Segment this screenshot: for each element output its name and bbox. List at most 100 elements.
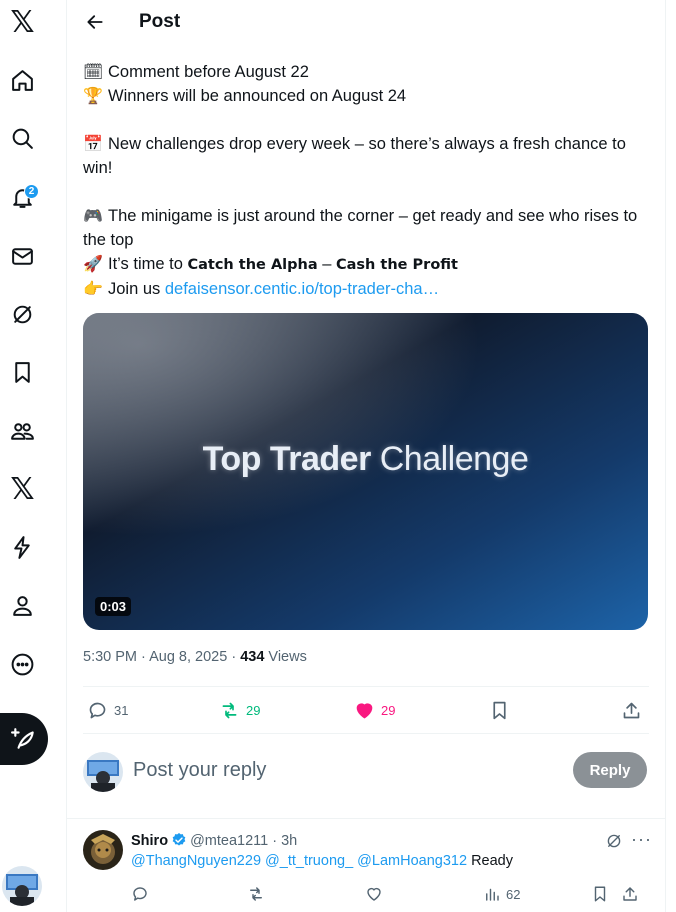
post-line: The minigame is just around the corner –… (83, 207, 642, 249)
post-line: It’s time to (108, 255, 188, 273)
reply-views-count: 62 (506, 886, 521, 902)
bold-text: Catch the Alpha (187, 257, 318, 273)
compose-post-button[interactable] (0, 713, 48, 765)
reply-header: Shiro @mtea1211 · 3h (131, 832, 297, 849)
bookmark-button[interactable] (489, 697, 516, 723)
reply-author-handle: @mtea1211 · 3h (190, 833, 298, 849)
post-line: New challenges drop every week – so ther… (83, 135, 631, 177)
video-title: Top Trader Challenge (83, 440, 648, 479)
reply-bookmark-button[interactable] (591, 885, 614, 903)
nav-bookmarks[interactable] (0, 350, 45, 395)
like-count: 29 (381, 702, 396, 718)
bookmark-icon (493, 701, 506, 719)
arrow-left-icon (87, 15, 103, 29)
left-nav: 𝕏 2 𝕏 (0, 0, 67, 912)
profile-icon (13, 596, 32, 616)
divider (67, 818, 666, 819)
reply-views-button[interactable]: 62 (483, 885, 520, 903)
share-button[interactable] (621, 697, 648, 723)
trophy-emoji-icon: 🏆 (83, 86, 103, 105)
nav-communities[interactable] (0, 409, 45, 454)
post-link[interactable]: defaisensor.centic.io/top-trader-cha… (165, 280, 439, 298)
repost-button[interactable]: 29 (219, 697, 260, 723)
reply-text: @ThangNguyen229 @_tt_truong_ @LamHoang31… (131, 853, 513, 869)
page-title: Post (139, 11, 181, 32)
heart-icon (356, 702, 373, 718)
nav-messages[interactable] (0, 234, 45, 279)
home-icon (12, 70, 33, 91)
post-line: – (317, 255, 336, 273)
reply-author-name[interactable]: Shiro (131, 833, 168, 849)
post-text: 🗓 Comment before August 22 🏆 Winners will … (83, 60, 653, 301)
back-button[interactable] (79, 6, 111, 38)
analytics-icon (486, 888, 499, 901)
reply-icon (89, 702, 106, 718)
x-logo-link[interactable]: 𝕏 (0, 0, 45, 45)
reply-count: 31 (114, 702, 129, 718)
grok-icon (607, 834, 621, 848)
video-player[interactable]: Top Trader Challenge 0:03 (83, 313, 648, 630)
search-icon (12, 128, 33, 149)
nav-home[interactable] (0, 58, 45, 103)
share-icon (623, 702, 640, 718)
reply-body: Ready (471, 853, 513, 869)
reply-submit-button[interactable]: Reply (573, 752, 647, 788)
notifications-badge: 2 (24, 184, 39, 199)
mention-link[interactable]: @_tt_truong_ (265, 853, 353, 869)
more-icon (11, 653, 34, 676)
nav-more[interactable] (0, 642, 45, 687)
post-line: Join us (108, 280, 165, 298)
pointing-hand-emoji-icon: 👉 (83, 279, 103, 298)
post-header: Post (67, 0, 666, 44)
video-title-strong: Top Trader (202, 440, 372, 478)
heart-icon (367, 887, 381, 901)
grok-action[interactable] (605, 832, 625, 852)
reply-actions: 62 (131, 885, 649, 909)
reply-icon (133, 887, 147, 901)
nav-explore[interactable] (0, 116, 45, 161)
nav-profile[interactable] (0, 583, 45, 628)
verified-badge-icon (172, 833, 186, 846)
mention-link[interactable]: @ThangNguyen229 (131, 853, 261, 869)
reply-repost-button[interactable] (247, 885, 270, 903)
reply-reply-button[interactable] (131, 885, 154, 903)
like-button[interactable]: 29 (354, 697, 395, 723)
nav-premium[interactable]: 𝕏 (0, 467, 45, 512)
post-line: Comment before August 22 (108, 63, 309, 81)
rocket-emoji-icon: 🚀 (83, 254, 103, 273)
account-avatar[interactable] (2, 866, 42, 906)
bookmark-icon (15, 362, 30, 383)
views-count: 434 (240, 649, 265, 665)
lightning-icon (14, 536, 30, 559)
mail-icon (12, 248, 33, 265)
premium-x-icon: 𝕏 (10, 471, 35, 507)
post-timestamp[interactable]: 5:30 PM · Aug 8, 2025 · (83, 649, 240, 665)
user-avatar[interactable] (83, 752, 123, 792)
views-label: Views (264, 649, 307, 665)
reply-input[interactable]: Post your reply (133, 759, 266, 782)
reply-composer: Post your reply Reply (83, 750, 649, 806)
nav-notifications[interactable]: 2 (0, 175, 45, 220)
feather-plus-icon (11, 728, 34, 749)
reply-button[interactable]: 31 (87, 697, 128, 723)
gamepad-emoji-icon: 🎮 (83, 206, 103, 225)
reply-author-avatar[interactable] (83, 830, 123, 870)
nav-grok[interactable] (0, 292, 45, 337)
reply-item[interactable]: Shiro @mtea1211 · 3h ··· @ThangNguyen229 … (83, 829, 652, 912)
video-title-rest: Challenge (370, 440, 529, 478)
communities-icon (11, 423, 34, 440)
share-icon (623, 887, 637, 901)
grok-icon (13, 305, 32, 324)
calendar-emoji-icon: 🗓 (83, 62, 104, 81)
bold-text: Cash the Profit (335, 257, 458, 273)
repost-icon (222, 702, 237, 718)
repost-count: 29 (246, 702, 261, 718)
nav-verified-orgs[interactable] (0, 525, 45, 570)
mention-link[interactable]: @LamHoang312 (357, 853, 467, 869)
reply-share-button[interactable] (621, 885, 644, 903)
more-options-icon[interactable]: ··· (631, 829, 652, 850)
post-line: Winners will be announced on August 24 (108, 87, 407, 105)
reply-like-button[interactable] (365, 885, 388, 903)
post-actions: 31 29 29 (83, 686, 649, 734)
post-meta: 5:30 PM · Aug 8, 2025 · 434 Views (83, 649, 307, 665)
